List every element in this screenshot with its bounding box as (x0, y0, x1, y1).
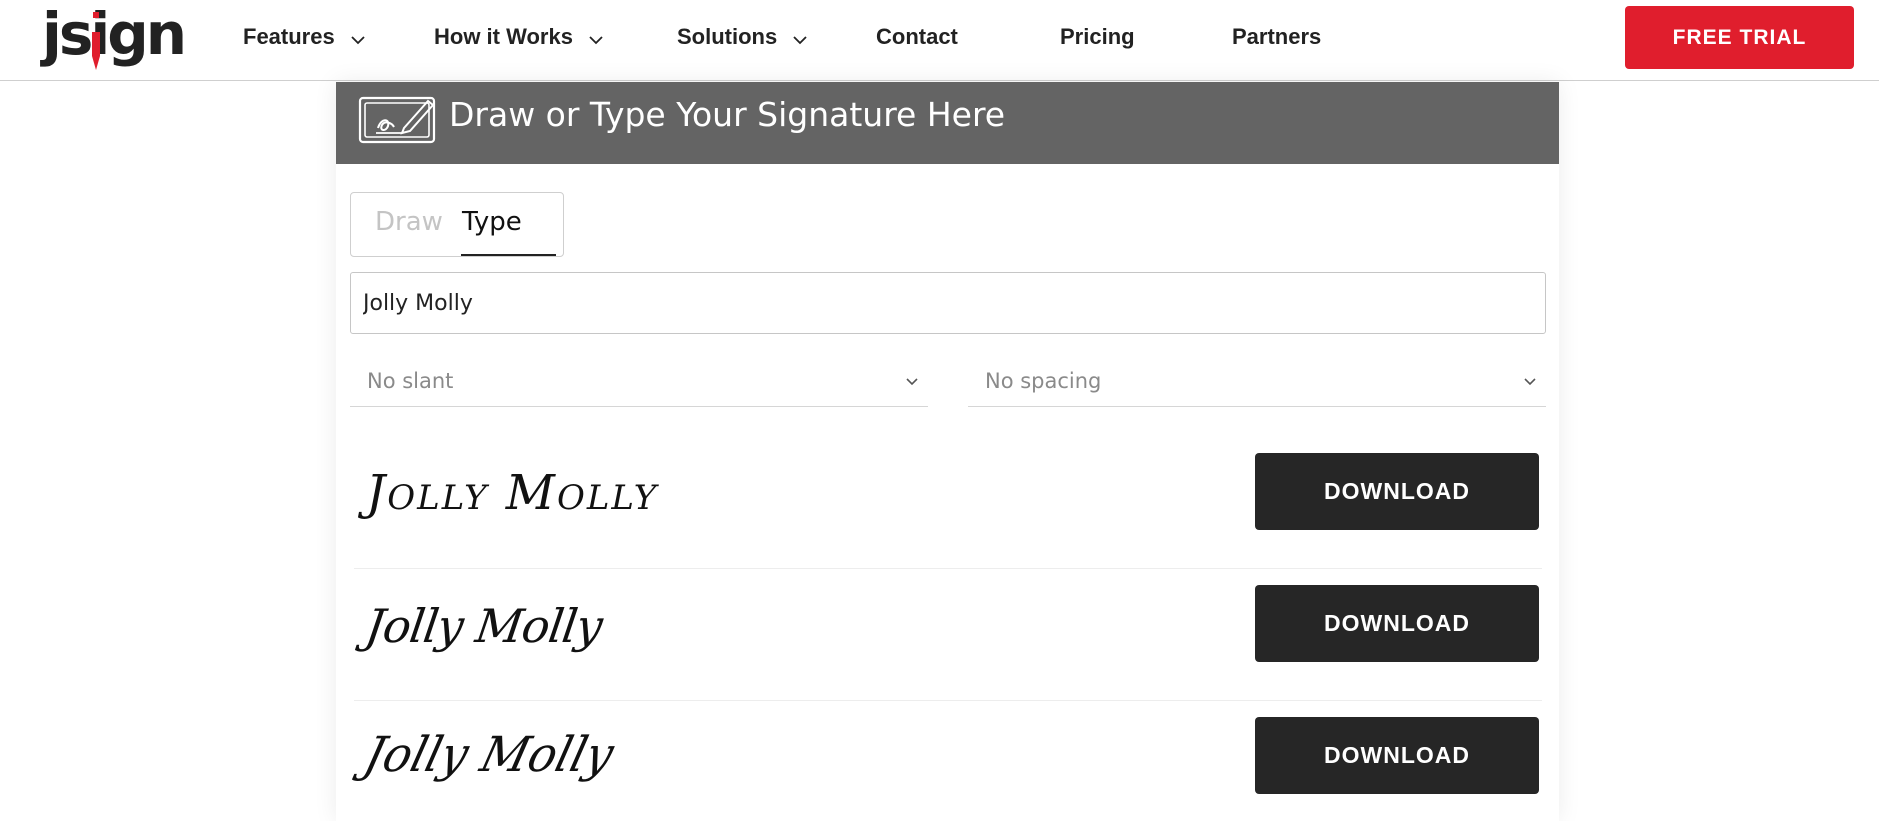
tab-type[interactable]: Type (462, 207, 522, 237)
signature-option: Jolly Molly DOWNLOAD (354, 701, 1542, 821)
spacing-select[interactable]: No spacing (968, 357, 1546, 407)
chevron-down-icon (793, 36, 807, 45)
nav-pricing-label: Pricing (1060, 24, 1135, 49)
chevron-down-icon (351, 36, 365, 45)
nav-contact-label: Contact (876, 24, 958, 49)
nav-partners[interactable]: Partners (1232, 24, 1321, 50)
slant-select[interactable]: No slant (350, 357, 928, 407)
signature-panel-header: Draw or Type Your Signature Here (336, 82, 1559, 164)
jsign-logo[interactable]: jsign (42, 0, 187, 74)
signature-preview: Jolly Molly (358, 725, 620, 783)
signature-preview: Jolly Molly (366, 465, 659, 521)
download-button[interactable]: DOWNLOAD (1255, 585, 1539, 662)
nav-features-label: Features (243, 24, 335, 49)
chevron-down-icon (906, 378, 918, 386)
chevron-down-icon (1524, 378, 1536, 386)
nav-features[interactable]: Features (243, 24, 367, 50)
signature-pad-icon (358, 96, 436, 144)
nav-solutions-label: Solutions (677, 24, 778, 49)
free-trial-button[interactable]: FREE TRIAL (1625, 6, 1854, 69)
nav-solutions[interactable]: Solutions (677, 24, 809, 50)
slant-select-value: No slant (367, 369, 454, 393)
signature-option: Jolly Molly DOWNLOAD (354, 569, 1542, 701)
signature-panel: Draw or Type Your Signature Here Draw Ty… (336, 82, 1559, 821)
signature-option: Jolly Molly DOWNLOAD (354, 437, 1542, 569)
nav-pricing[interactable]: Pricing (1060, 24, 1135, 50)
download-button[interactable]: DOWNLOAD (1255, 453, 1539, 530)
nav-how-it-works-label: How it Works (434, 24, 573, 49)
logo-text: jsign (42, 0, 187, 68)
signature-name-input[interactable] (350, 272, 1546, 334)
download-button[interactable]: DOWNLOAD (1255, 717, 1539, 794)
panel-title: Draw or Type Your Signature Here (449, 95, 1006, 134)
top-navigation-bar: jsign Features How it Works Solutions Co… (0, 0, 1879, 81)
tab-draw[interactable]: Draw (375, 207, 443, 237)
active-tab-indicator (461, 254, 556, 256)
nav-how-it-works[interactable]: How it Works (434, 24, 605, 50)
pen-nib-icon (92, 12, 100, 70)
nav-contact[interactable]: Contact (876, 24, 958, 50)
draw-type-tabs: Draw Type (350, 192, 564, 257)
signature-preview: Jolly Molly (362, 599, 606, 653)
spacing-select-value: No spacing (985, 369, 1102, 393)
chevron-down-icon (589, 36, 603, 45)
nav-partners-label: Partners (1232, 24, 1322, 49)
